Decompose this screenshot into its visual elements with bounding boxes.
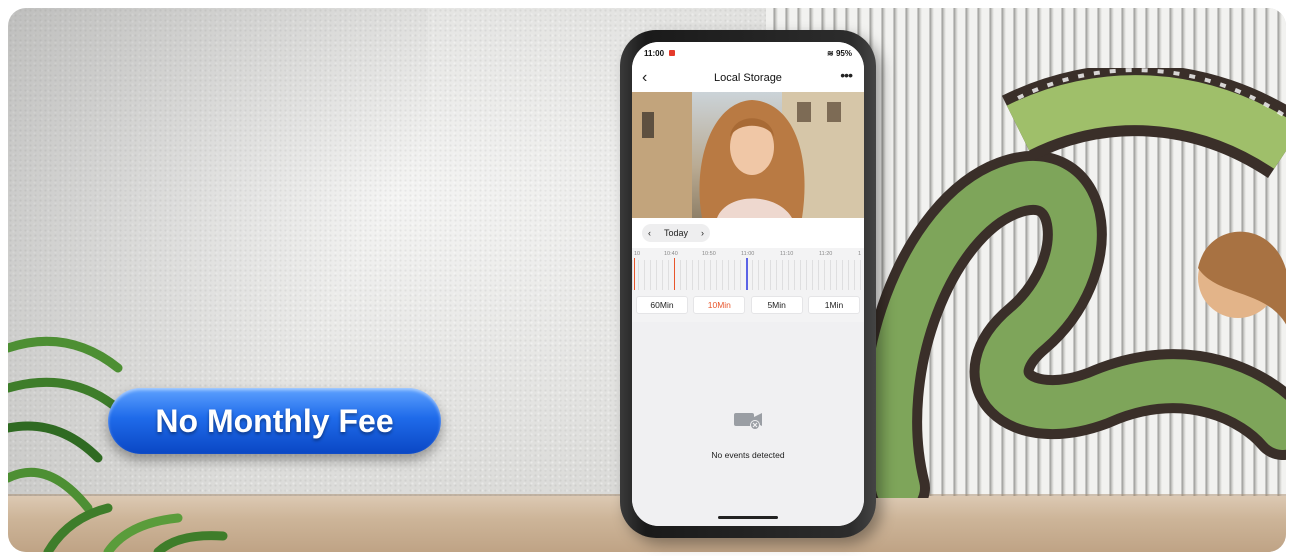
no-monthly-fee-badge: No Monthly Fee [108,388,441,454]
battery-level: 95% [835,48,852,58]
date-selector-bar: ‹ Today › [632,218,864,248]
interval-60min-button[interactable]: 60Min [636,296,688,314]
date-label: Today [663,228,689,238]
video-preview[interactable] [632,92,864,218]
interval-5min-button[interactable]: 5Min [750,296,803,314]
timeline-tick: 10 [634,251,641,257]
events-list-empty: No events detected [632,322,864,526]
timeline-tick: 10:40 [664,251,678,257]
woman-portrait-image [632,92,864,218]
event-marker [634,258,635,290]
film-reel-image [868,68,1286,498]
status-time: 11:00 [644,48,665,58]
timeline-tick: 10:50 [702,251,716,257]
badge-text: No Monthly Fee [155,402,394,439]
more-options-icon[interactable]: ••• [840,67,853,83]
page-title: Local Storage [714,72,782,84]
prev-day-icon[interactable]: ‹ [648,228,651,238]
interval-selector: 60Min 10Min 5Min 1Min [632,294,864,322]
status-bar: 11:00 ≋ 95% [632,42,864,64]
timeline-tick: 11:20 [819,251,833,257]
interval-1min-button[interactable]: 1Min [807,296,860,314]
home-indicator[interactable] [718,516,778,519]
timeline-tick: 11:10 [780,251,794,257]
timeline-tick: 11:00 [741,251,755,257]
date-picker[interactable]: ‹ Today › [642,224,710,242]
interval-10min-button[interactable]: 10Min [693,296,746,314]
next-day-icon[interactable]: › [701,228,704,238]
no-events-message: No events detected [711,450,785,460]
timeline-tick: 1 [858,251,862,257]
playhead[interactable] [746,258,748,290]
back-chevron-icon[interactable]: ‹ [642,69,647,87]
nav-bar: ‹ Local Storage ••• [632,64,864,92]
phone-screen: 11:00 ≋ 95% ‹ Local Storage ••• ‹ Today … [632,42,864,526]
event-marker [674,258,675,290]
timeline-scale [632,260,864,290]
record-indicator-icon [669,50,676,57]
wifi-icon: ≋ [827,48,834,58]
smartphone: 11:00 ≋ 95% ‹ Local Storage ••• ‹ Today … [620,30,876,538]
timeline-scrubber[interactable]: 10 10:40 10:50 11:00 11:10 11:20 1 [632,248,864,294]
camera-off-icon [734,413,762,430]
